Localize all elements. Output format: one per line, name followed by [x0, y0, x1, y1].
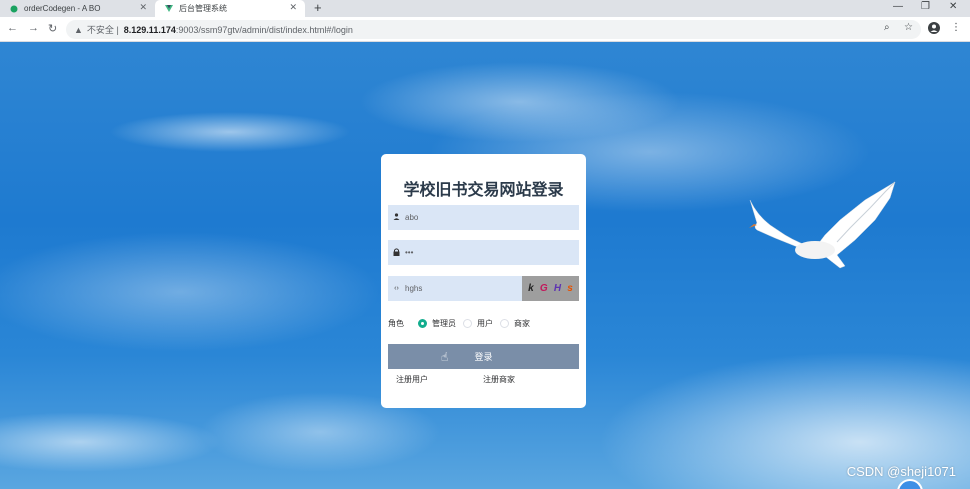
role-radio-admin[interactable]: 管理员 [418, 318, 456, 329]
radio-dot[interactable] [500, 318, 509, 328]
radio-dot[interactable] [463, 318, 472, 328]
captcha-char: k [528, 283, 534, 294]
radio-dot[interactable] [418, 318, 427, 328]
captcha-char: G [539, 283, 548, 294]
captcha-input[interactable] [405, 284, 505, 293]
url-host: 8.129.11.174 [123, 24, 176, 35]
codegen-favicon-icon [10, 5, 18, 12]
menu-kebab-icon[interactable]: ⋮ [951, 22, 961, 33]
login-card: 学校旧书交易网站登录 ‹› k G H s 角色 [381, 154, 586, 408]
username-input[interactable] [405, 213, 505, 222]
security-label: 不安全 [86, 25, 114, 35]
warning-icon: ▲ [74, 24, 83, 35]
url-separator: | [113, 24, 124, 35]
code-icon: ‹› [394, 285, 399, 292]
close-tab-icon[interactable]: ✕ [139, 2, 147, 13]
maximize-icon[interactable]: ❐ [921, 1, 930, 12]
tab-admin[interactable]: 后台管理系统 ✕ [155, 0, 305, 17]
window-close-icon[interactable]: ✕ [949, 1, 957, 12]
swan-image [749, 181, 896, 269]
new-tab-icon[interactable]: + [314, 0, 322, 15]
back-icon[interactable]: ← [7, 22, 18, 34]
forward-icon[interactable]: → [28, 22, 39, 34]
role-radio-merchant[interactable]: 商家 [500, 318, 530, 329]
login-button[interactable]: 登录 [388, 344, 579, 369]
zoom-icon[interactable]: ⌕ [884, 22, 890, 33]
password-field[interactable] [388, 240, 579, 265]
reload-icon[interactable]: ↻ [48, 22, 57, 35]
role-selector: 角色 管理员 用户 商家 [388, 317, 579, 329]
register-merchant-link[interactable]: 注册商家 [483, 374, 515, 385]
tab-strip: orderCodegen - A BO ✕ 后台管理系统 ✕ + — ❐ ✕ [0, 0, 970, 17]
captcha-char: s [567, 283, 573, 294]
login-title: 学校旧书交易网站登录 [403, 182, 564, 199]
hand-cursor-icon: ☝ [441, 350, 449, 364]
profile-avatar-icon[interactable] [928, 22, 940, 37]
browser-toolbar: ← → ↻ ▲ 不安全 | 8.129.11.174 :9003/ssm97gt… [0, 17, 970, 42]
url-path: :9003/ssm97gtv/admin/dist/index.html#/lo… [175, 24, 353, 35]
tab-title: 后台管理系统 [179, 4, 227, 13]
address-bar[interactable]: ▲ 不安全 | 8.129.11.174 :9003/ssm97gtv/admi… [66, 20, 921, 39]
floating-assistant-icon[interactable] [897, 479, 923, 489]
role-option-label: 商家 [514, 318, 530, 328]
role-option-label: 管理员 [432, 318, 456, 328]
user-icon [388, 213, 405, 222]
lock-icon [388, 247, 405, 258]
login-page: 学校旧书交易网站登录 ‹› k G H s 角色 [0, 42, 970, 489]
register-user-link[interactable]: 注册用户 [396, 374, 428, 385]
username-field[interactable] [388, 205, 579, 230]
captcha-image[interactable]: k G H s [522, 276, 579, 301]
captcha-char: H [553, 283, 562, 294]
captcha-field[interactable]: ‹› [388, 276, 522, 301]
role-label: 角色 [388, 318, 404, 328]
vue-favicon-icon [165, 4, 173, 12]
tab-ordercodegen[interactable]: orderCodegen - A BO ✕ [0, 0, 155, 17]
role-option-label: 用户 [477, 318, 493, 328]
minimize-icon[interactable]: — [893, 1, 903, 12]
close-tab-icon[interactable]: ✕ [289, 2, 297, 13]
bookmark-star-icon[interactable]: ☆ [904, 22, 913, 33]
role-radio-user[interactable]: 用户 [463, 318, 493, 329]
password-input[interactable] [405, 248, 505, 257]
tab-title: orderCodegen - A BO [24, 4, 101, 13]
csdn-watermark: CSDN @sheji1071 [846, 464, 956, 479]
